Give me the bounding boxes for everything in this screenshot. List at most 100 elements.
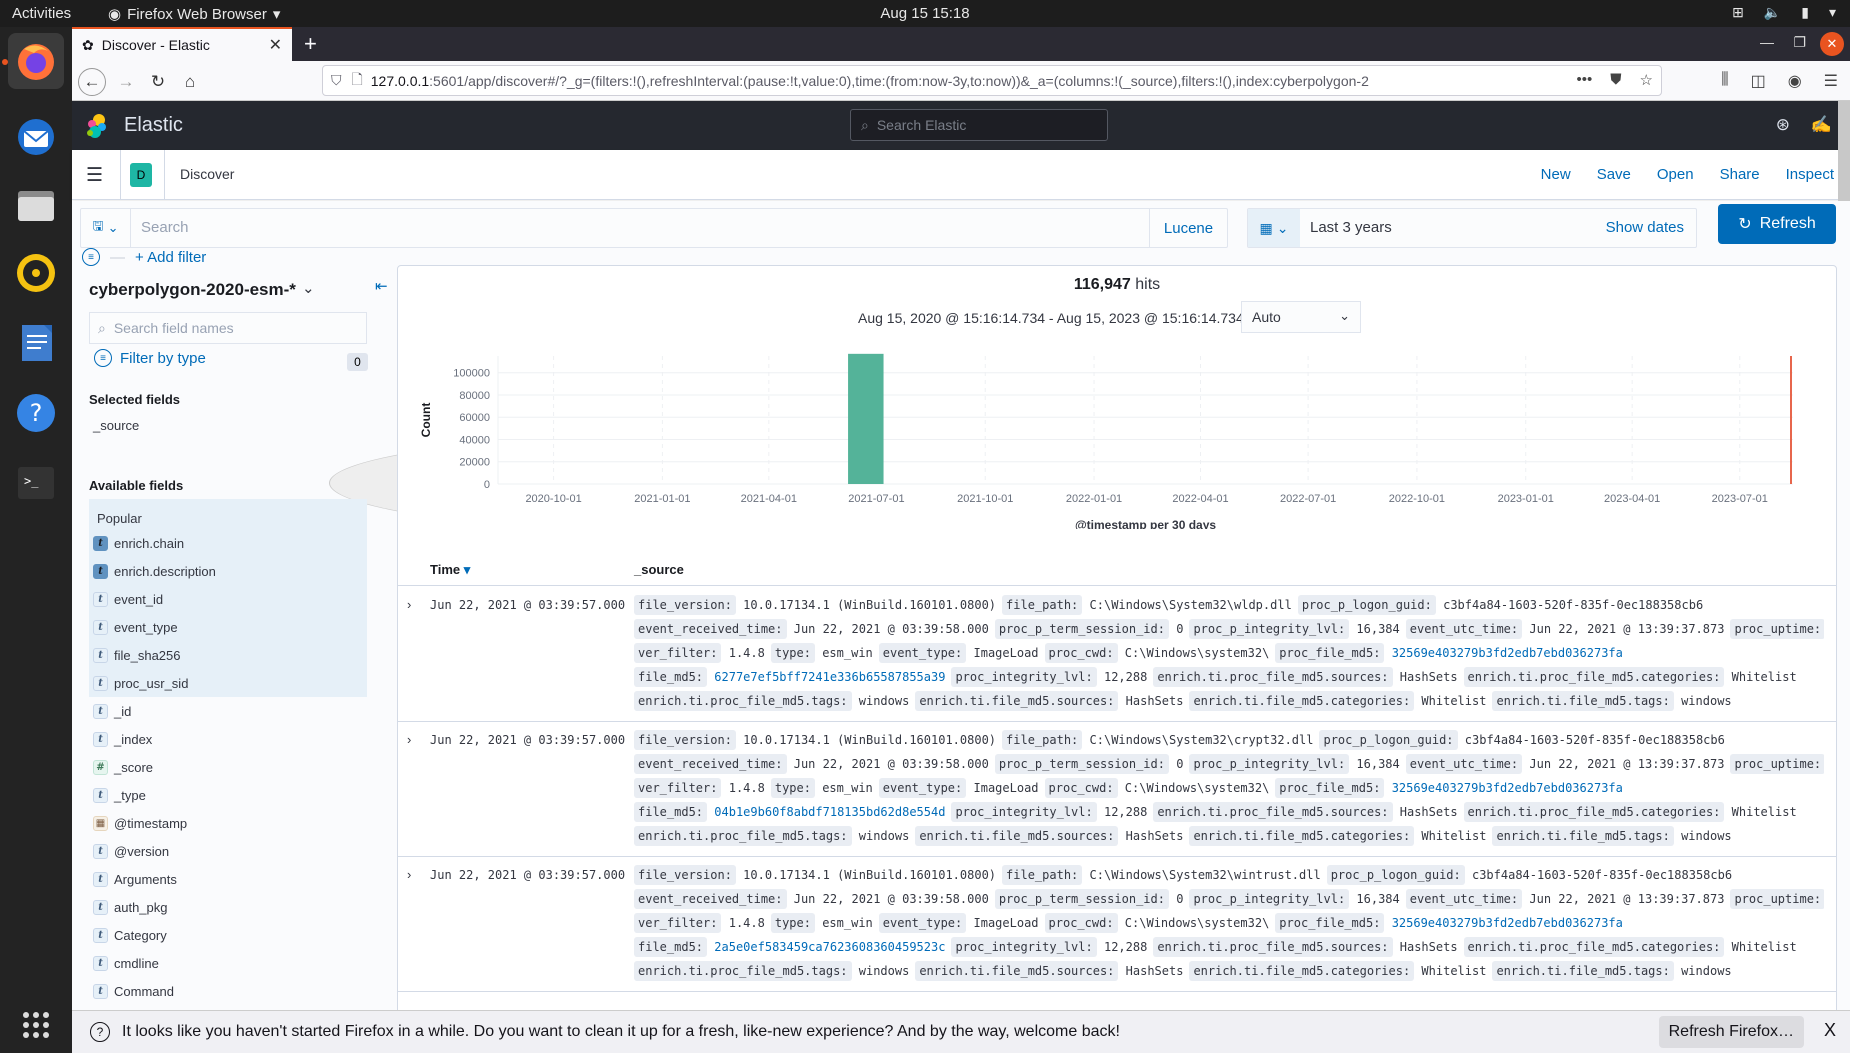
field-value[interactable]: 32569e403279b3fd2edb7ebd036273fa — [1392, 781, 1623, 795]
nav-menu-icon[interactable]: ☰ — [86, 164, 103, 187]
field-value[interactable]: 32569e403279b3fd2edb7ebd036273fa — [1392, 646, 1623, 660]
query-input[interactable]: Search — [141, 219, 189, 236]
field-item[interactable]: t event_type — [93, 618, 178, 636]
url-text[interactable]: 127.0.0.1:5601/app/discover#/?_g=(filter… — [371, 73, 1541, 89]
field-item[interactable]: t @version — [93, 842, 169, 860]
dock-writer[interactable] — [8, 315, 64, 371]
field-key: event_type: — [878, 913, 967, 933]
restore-button[interactable]: ❐ — [1793, 34, 1806, 51]
url-bar[interactable]: ⛉ 🗋 127.0.0.1:5601/app/discover#/?_g=(fi… — [322, 65, 1662, 96]
field-item[interactable]: t _index — [93, 730, 152, 748]
field-item[interactable]: t proc_usr_sid — [93, 674, 188, 692]
account-icon[interactable]: ◉ — [1788, 71, 1802, 91]
save-button[interactable]: Save — [1597, 166, 1631, 183]
newsfeed-icon[interactable]: ✍ — [1811, 115, 1832, 135]
inspect-button[interactable]: Inspect — [1786, 166, 1834, 183]
dock-help[interactable]: ? — [8, 385, 64, 441]
battery-icon[interactable]: ▮ — [1801, 4, 1809, 21]
page-scrollbar[interactable] — [1838, 101, 1850, 201]
sort-desc-icon[interactable]: ▾ — [464, 562, 471, 577]
expand-row-icon[interactable]: › — [407, 597, 411, 612]
app-badge[interactable]: D — [130, 163, 152, 187]
filter-by-type-button[interactable]: ≡ Filter by type — [94, 349, 206, 367]
field-value[interactable]: 04b1e9b60f8abdf718135bd62d8e554d — [714, 805, 945, 819]
reload-button[interactable]: ↻ — [144, 68, 172, 96]
close-tab-icon[interactable]: ✕ — [269, 35, 282, 55]
dock-files[interactable] — [8, 177, 64, 233]
tab-discover[interactable]: ✿ Discover - Elastic ✕ — [72, 27, 292, 61]
index-pattern-title[interactable]: cyberpolygon-2020-esm-* — [89, 280, 296, 300]
global-search-input[interactable]: ⌕ Search Elastic — [850, 109, 1108, 141]
elastic-logo[interactable] — [84, 113, 110, 139]
app-menu[interactable]: ◉ Firefox Web Browser ▾ — [108, 5, 280, 24]
minimize-button[interactable]: — — [1760, 34, 1774, 50]
field-item[interactable]: t _type — [93, 786, 146, 804]
hits-count: 116,947 — [1073, 276, 1131, 293]
field-item[interactable]: ▦ @timestamp — [93, 814, 187, 832]
library-icon[interactable]: ⫼ — [1721, 71, 1728, 91]
close-window-button[interactable]: ✕ — [1820, 32, 1844, 56]
field-item[interactable]: t auth_pkg — [93, 898, 168, 916]
dock-terminal[interactable]: >_ — [8, 455, 64, 511]
field-item[interactable]: t _id — [93, 702, 131, 720]
shield-icon[interactable]: ⛉ — [331, 72, 342, 89]
elastic-brand[interactable]: Elastic — [124, 114, 183, 137]
dock-rhythmbox[interactable] — [8, 245, 64, 301]
volume-icon[interactable]: 🔈 — [1764, 4, 1781, 21]
query-language-button[interactable]: Lucene — [1149, 209, 1227, 247]
field-value[interactable]: 2a5e0ef583459ca7623608360459523c — [714, 940, 945, 954]
page-actions-button[interactable]: ••• — [1577, 71, 1593, 89]
field-item[interactable]: </> _source — [93, 416, 1519, 544]
quick-menu-button[interactable]: ▦ ⌄ — [1248, 209, 1300, 247]
expand-row-icon[interactable]: › — [407, 732, 411, 747]
network-icon[interactable]: ⊞ — [1732, 4, 1744, 21]
string-field-icon: t — [93, 899, 108, 915]
dock-thunderbird[interactable] — [8, 109, 64, 165]
field-value[interactable]: 6277e7ef5bff7241e336b65587855a39 — [714, 670, 945, 684]
field-item[interactable]: t enrich.description — [93, 562, 216, 580]
collapse-sidebar-icon[interactable]: ⇤ — [375, 277, 388, 295]
field-item[interactable]: t Arguments — [93, 870, 177, 888]
new-tab-button[interactable]: + — [304, 31, 317, 57]
interval-select[interactable]: Auto ⌄ — [1241, 301, 1361, 333]
time-column-header[interactable]: Time ▾ — [430, 562, 470, 578]
date-range-value[interactable]: Last 3 years — [1310, 219, 1392, 236]
files-icon — [18, 191, 54, 221]
activities-button[interactable]: Activities — [12, 5, 71, 22]
field-item[interactable]: t event_id — [93, 590, 163, 608]
back-button[interactable]: ← — [78, 68, 106, 96]
add-filter-button[interactable]: + Add filter — [135, 249, 206, 266]
pocket-icon[interactable]: ⛊ — [1610, 71, 1621, 89]
field-item[interactable]: t file_sha256 — [93, 646, 181, 664]
refresh-button[interactable]: ↻ Refresh — [1718, 204, 1836, 244]
sidebar-icon[interactable]: ◫ — [1751, 71, 1766, 91]
expand-row-icon[interactable]: › — [407, 867, 411, 882]
open-button[interactable]: Open — [1657, 166, 1694, 183]
share-button[interactable]: Share — [1720, 166, 1760, 183]
page-icon: 🗋 — [351, 70, 363, 87]
system-menu-icon[interactable]: ▾ — [1829, 4, 1836, 21]
field-search-input[interactable]: ⌕ Search field names — [89, 312, 367, 344]
field-item[interactable]: # _score — [93, 758, 153, 776]
index-pattern-chevron-icon[interactable]: ⌄ — [302, 279, 315, 297]
field-item[interactable]: t Category — [93, 926, 167, 944]
app-menu-icon[interactable]: ☰ — [1824, 71, 1838, 91]
new-button[interactable]: New — [1541, 166, 1571, 183]
clock[interactable]: Aug 15 15:18 — [880, 5, 969, 22]
show-applications-button[interactable] — [8, 997, 64, 1053]
saved-query-button[interactable]: 🖫 ⌄ — [81, 209, 131, 247]
help-menu-icon[interactable]: ⊛ — [1776, 115, 1790, 135]
refresh-firefox-button[interactable]: Refresh Firefox… — [1658, 1016, 1804, 1048]
close-notification-icon[interactable]: X — [1824, 1020, 1836, 1041]
forward-button[interactable]: → — [112, 68, 140, 96]
home-button[interactable]: ⌂ — [176, 68, 204, 96]
field-item[interactable]: t enrich.chain — [93, 534, 184, 552]
field-key: proc_integrity_lvl: — [951, 937, 1097, 957]
field-item[interactable]: t cmdline — [93, 954, 159, 972]
filter-options-icon[interactable]: ≡ — [82, 248, 100, 266]
field-item[interactable]: t Command — [93, 982, 174, 1000]
bookmark-star-icon[interactable]: ☆ — [1640, 71, 1653, 89]
show-dates-button[interactable]: Show dates — [1606, 219, 1684, 236]
field-value[interactable]: 32569e403279b3fd2edb7ebd036273fa — [1392, 916, 1623, 930]
dock-firefox[interactable] — [8, 33, 64, 89]
